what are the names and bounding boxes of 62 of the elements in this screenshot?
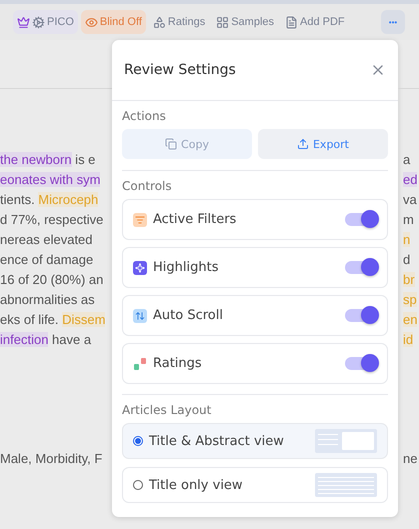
- document-icon: [285, 16, 298, 28]
- toggle-switch[interactable]: [345, 309, 377, 322]
- highlighted-text: n: [403, 232, 410, 246]
- body-text: ence of damage: [0, 252, 94, 266]
- cog-icon: [32, 16, 45, 28]
- layout-preview-icon: [315, 429, 377, 453]
- body-text: d 77%, respective: [0, 212, 104, 226]
- body-text: d: [403, 252, 410, 266]
- highlighted-text: br: [403, 272, 415, 286]
- section-heading: Controls: [122, 179, 173, 193]
- arrows-icon: [133, 308, 147, 322]
- radio-button[interactable]: [133, 480, 143, 490]
- toolbar-button[interactable]: Blind Off: [80, 10, 146, 34]
- body-text: a: [403, 152, 410, 166]
- toolbar-button[interactable]: Samples: [212, 10, 278, 34]
- highlighted-text: sp: [403, 292, 417, 306]
- eye-icon: [84, 16, 98, 28]
- body-text: m: [403, 212, 414, 226]
- highlighted-text: id: [403, 332, 414, 346]
- keywords-text: ne: [403, 450, 418, 468]
- toggle-switch[interactable]: [345, 357, 377, 370]
- export-button[interactable]: Export: [258, 129, 388, 159]
- body-text: tients.: [0, 192, 36, 206]
- sparkle-icon: [133, 260, 147, 274]
- control-label: Ratings: [153, 356, 203, 371]
- section-heading: Articles Layout: [122, 403, 212, 417]
- upload-icon: [296, 138, 309, 150]
- highlighted-text: Dissem: [62, 312, 106, 326]
- body-text: is e: [74, 152, 96, 166]
- highlighted-text: en: [403, 312, 418, 326]
- toolbar-button[interactable]: Ratings: [148, 10, 210, 34]
- control-label: Highlights: [153, 260, 220, 275]
- highlighted-text: Microceph: [38, 192, 98, 206]
- body-text: have a: [51, 332, 92, 346]
- highlighted-text: infection: [0, 332, 48, 346]
- highlighted-text: ed: [403, 172, 418, 186]
- control-label: Auto Scroll: [153, 308, 224, 323]
- toggle-switch[interactable]: [345, 213, 377, 226]
- layout-option[interactable]: Title only view: [122, 467, 388, 503]
- grid-icon: [216, 16, 230, 28]
- body-text: va: [403, 192, 417, 206]
- shapes-icon: [152, 16, 166, 28]
- toggle-switch[interactable]: [345, 261, 377, 274]
- highlighted-text: eonates with sym: [0, 172, 100, 186]
- layout-option[interactable]: Title & Abstract view: [122, 423, 388, 459]
- toolbar-button[interactable]: PICO: [13, 10, 78, 34]
- more-button[interactable]: •••: [381, 10, 405, 34]
- body-text: 16 of 20 (80%) an: [0, 272, 104, 286]
- panel-title: Review Settings: [124, 62, 236, 78]
- highlighted-text: the newborn: [0, 152, 72, 166]
- body-text: abnormalities as: [0, 292, 95, 306]
- body-text: eks of life.: [0, 312, 60, 326]
- toolbar-button[interactable]: Add PDF: [281, 10, 349, 34]
- crown-icon: [17, 16, 30, 28]
- body-text: nereas elevated: [0, 232, 94, 246]
- section-heading: Actions: [122, 109, 167, 123]
- copy-icon: [165, 138, 178, 150]
- control-label: Active Filters: [153, 212, 238, 227]
- radio-button[interactable]: [133, 436, 143, 446]
- keywords-text: Male, Morbidity, F: [0, 450, 104, 468]
- layout-preview-icon: [315, 473, 377, 497]
- filter-icon: [133, 212, 147, 226]
